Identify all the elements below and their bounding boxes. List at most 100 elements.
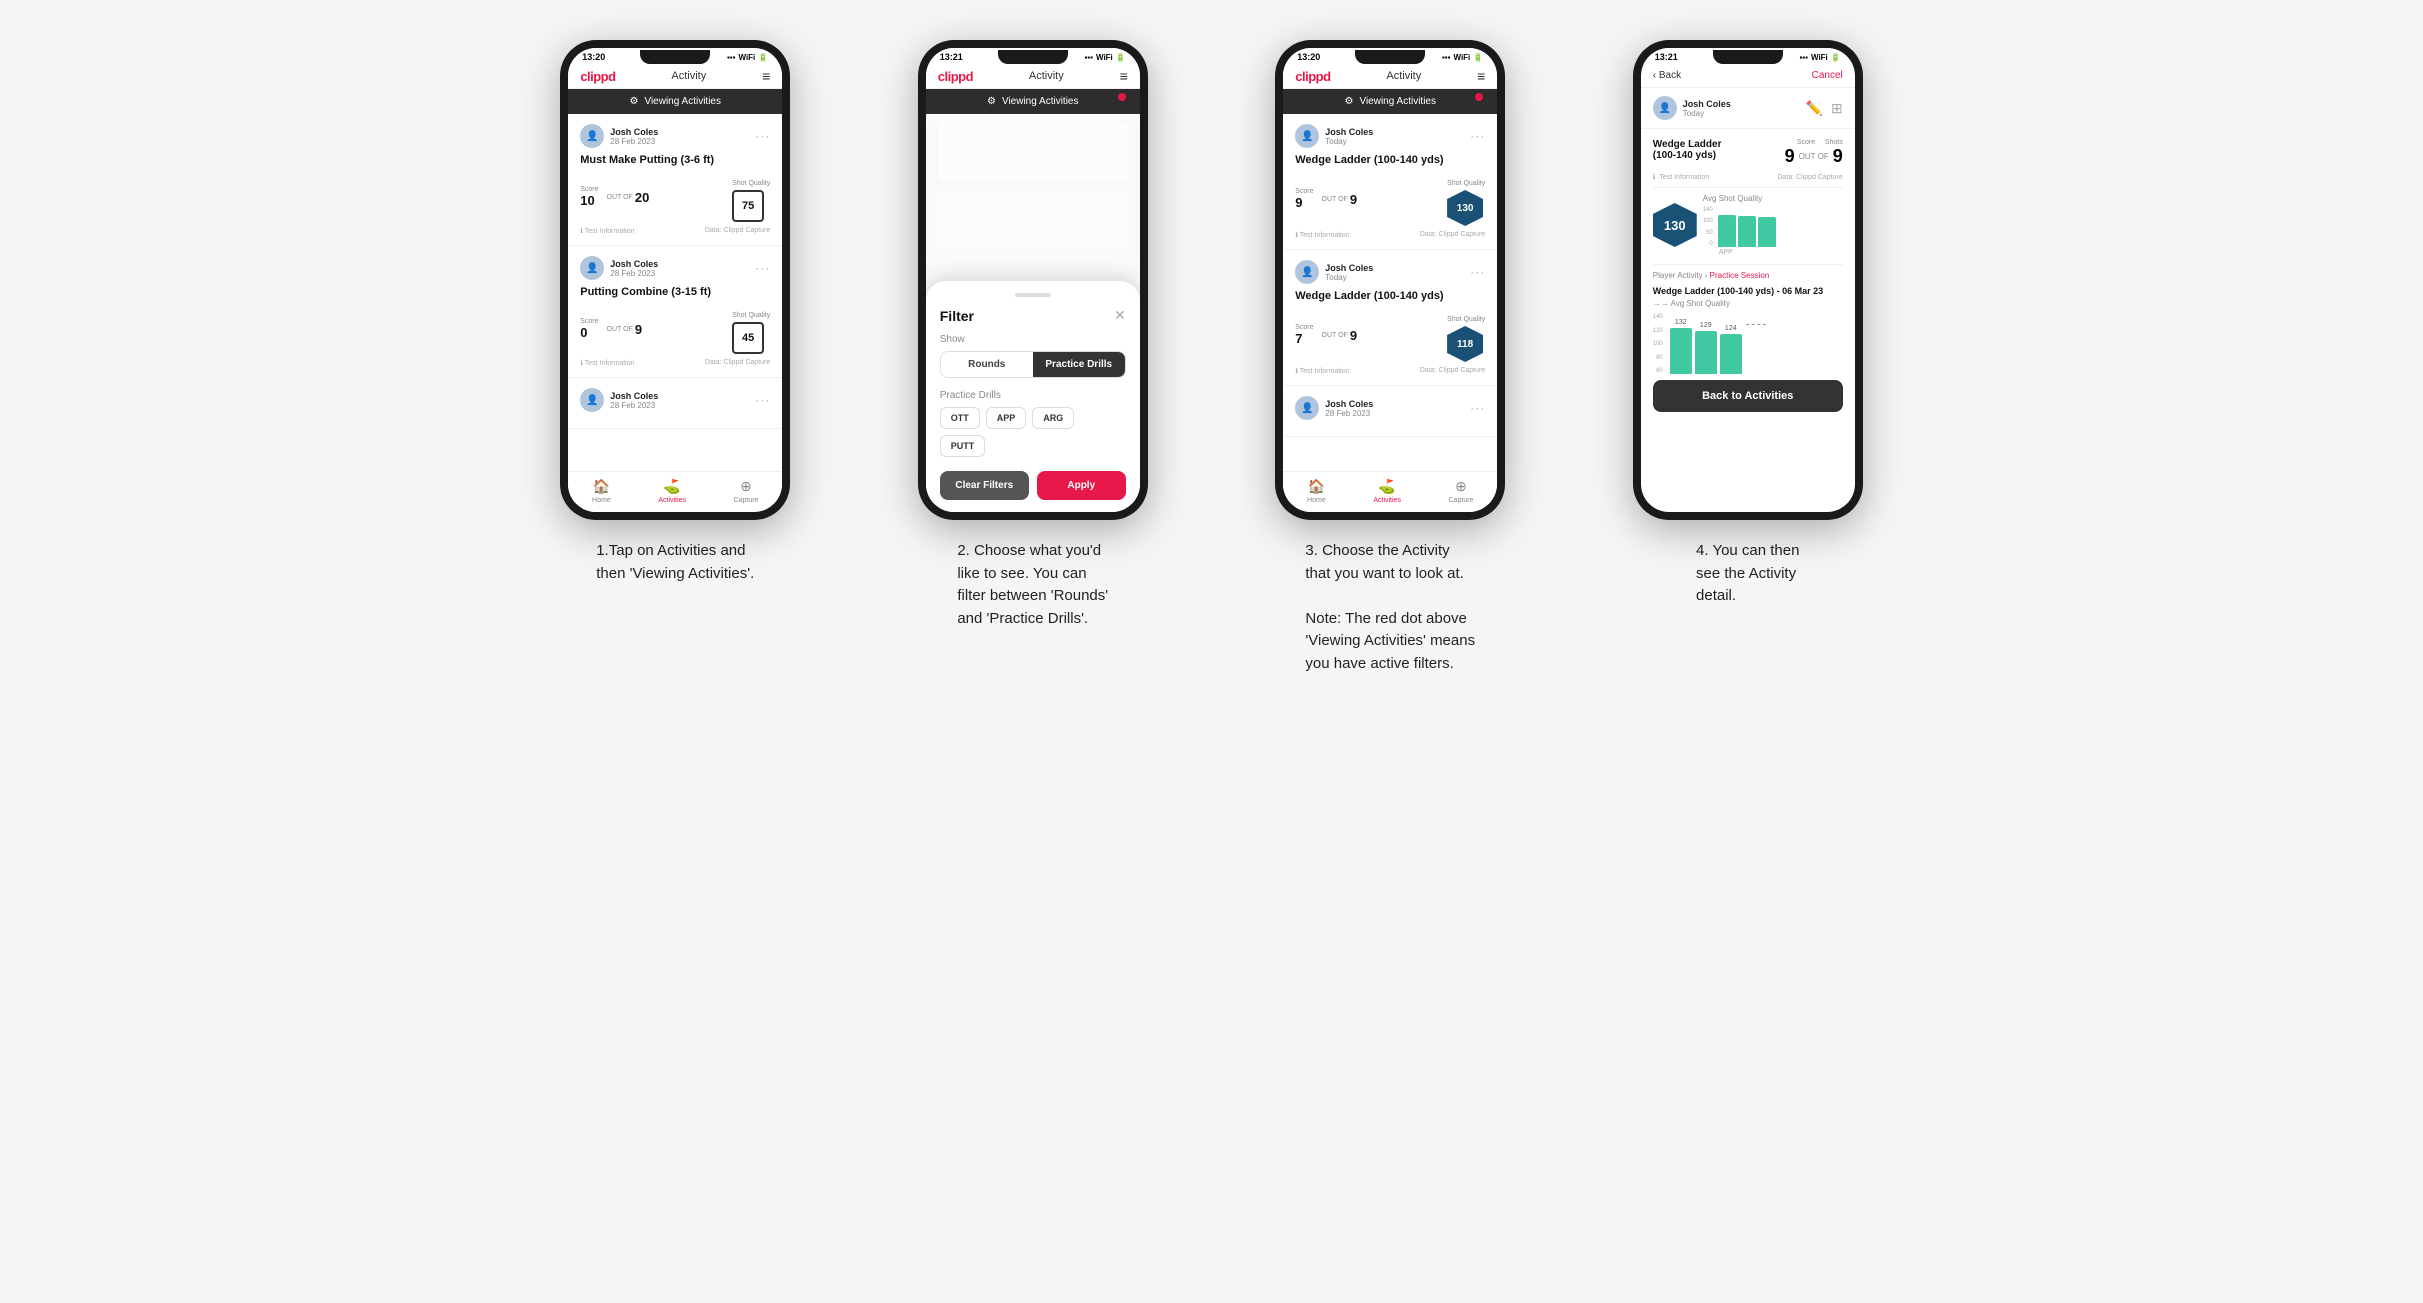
filter-icon-1: ⚙ (630, 96, 639, 107)
status-time-4: 13:21 (1655, 52, 1678, 62)
sq-label-1: Shot Quality (732, 180, 770, 187)
drill-title: Wedge Ladder(100-140 yds) (1653, 139, 1722, 161)
large-bar-1 (1670, 328, 1692, 374)
chip-app[interactable]: APP (986, 407, 1027, 429)
app-logo-3: clippd (1295, 69, 1330, 84)
avatar-2: 👤 (580, 256, 604, 280)
status-time-2: 13:21 (940, 52, 963, 62)
sq-label-3b: Shot Quality (1447, 316, 1485, 323)
score-label-2: Score (580, 318, 598, 325)
back-btn[interactable]: ‹ Back (1653, 70, 1681, 81)
outof-3b: OUT OF 9 (1322, 328, 1358, 343)
chip-group: OTT APP ARG PUTT (940, 407, 1126, 457)
chip-arg[interactable]: ARG (1032, 407, 1074, 429)
user-info-1: 👤 Josh Coles 28 Feb 2023 (580, 124, 658, 148)
viewing-banner-3[interactable]: ⚙ Viewing Activities (1283, 89, 1497, 114)
filter-close-btn[interactable]: ✕ (1114, 307, 1126, 324)
nav-home-label-1: Home (592, 497, 611, 504)
battery-icon-4: 🔋 (1831, 53, 1841, 62)
outof-1: OUT OF 20 (607, 190, 650, 205)
detail-header: ‹ Back Cancel (1641, 64, 1855, 88)
bar-1 (1718, 215, 1736, 247)
activity-card-3b[interactable]: 👤 Josh Coles Today ··· Wedge Ladder (100… (1283, 250, 1497, 386)
nav-capture-label-1: Capture (734, 497, 759, 504)
app-header-title-2: Activity (1029, 70, 1064, 82)
red-dot-3 (1475, 93, 1483, 101)
sq-badge-1: 75 (732, 190, 764, 222)
clear-filters-btn[interactable]: Clear Filters (940, 471, 1029, 500)
nav-home-1[interactable]: 🏠 Home (592, 478, 611, 504)
activity-card-1[interactable]: 👤 Josh Coles 28 Feb 2023 ··· Must Make P… (568, 114, 782, 246)
practice-drills-label: Practice Drills (940, 390, 1126, 401)
rounds-toggle[interactable]: Rounds (941, 352, 1033, 377)
more-btn-3a[interactable]: ··· (1470, 129, 1485, 143)
filter-header: Filter ✕ (940, 307, 1126, 324)
wifi-icon-3: WiFi (1453, 53, 1470, 62)
home-icon-3: 🏠 (1308, 478, 1325, 495)
data-source-3a: Data: Clippd Capture (1420, 231, 1485, 239)
avg-shot-section: 130 Avg Shot Quality 140 100 50 0 (1653, 194, 1843, 256)
app-header-1: clippd Activity ≡ (568, 64, 782, 89)
chart2-80: 80 (1653, 355, 1663, 361)
more-btn-1[interactable]: ··· (755, 129, 770, 143)
bottom-nav-3: 🏠 Home ⛳ Activities ⊕ Capture (1283, 471, 1497, 512)
more-btn-3b[interactable]: ··· (1470, 265, 1485, 279)
back-to-activities-btn[interactable]: Back to Activities (1653, 380, 1843, 412)
filter-handle (1015, 293, 1051, 297)
nav-activities-1[interactable]: ⛳ Activities (658, 478, 686, 504)
chip-ott[interactable]: OTT (940, 407, 980, 429)
activity-card-3c[interactable]: 👤 Josh Coles 28 Feb 2023 ··· (1283, 386, 1497, 437)
activity-card-3[interactable]: 👤 Josh Coles 28 Feb 2023 ··· (568, 378, 782, 429)
user-name-3a: Josh Coles (1325, 127, 1373, 137)
activity-card-3a[interactable]: 👤 Josh Coles Today ··· Wedge Ladder (100… (1283, 114, 1497, 250)
outof-val-3a: 9 (1350, 192, 1357, 207)
nav-home-3[interactable]: 🏠 Home (1307, 478, 1326, 504)
step-3-col: 13:20 ▪▪▪ WiFi 🔋 clippd Activity ≡ ⚙ (1227, 40, 1555, 675)
nav-capture-3[interactable]: ⊕ Capture (1449, 478, 1474, 504)
phone-2-notch (998, 50, 1068, 64)
phone-4-frame: 13:21 ▪▪▪ WiFi 🔋 ‹ Back Cancel 👤 (1633, 40, 1863, 520)
expand-icon[interactable]: ⊞ (1831, 100, 1843, 117)
nav-activities-3[interactable]: ⛳ Activities (1373, 478, 1401, 504)
screen-scroll-1: 👤 Josh Coles 28 Feb 2023 ··· Must Make P… (568, 114, 782, 471)
user-name-1: Josh Coles (610, 127, 658, 137)
card-footer-2: ℹ Test Information Data: Clippd Capture (580, 359, 770, 367)
detail-user-date: Today (1683, 109, 1731, 118)
phone-3-notch (1355, 50, 1425, 64)
activity-card-2[interactable]: 👤 Josh Coles 28 Feb 2023 ··· Putting Com… (568, 246, 782, 378)
hamburger-icon-1[interactable]: ≡ (762, 68, 770, 84)
card-header-3b: 👤 Josh Coles Today ··· (1295, 260, 1485, 284)
practice-drills-toggle[interactable]: Practice Drills (1033, 352, 1125, 377)
hamburger-icon-3[interactable]: ≡ (1477, 68, 1485, 84)
chart2-60: 60 (1653, 368, 1663, 374)
nav-capture-1[interactable]: ⊕ Capture (734, 478, 759, 504)
battery-icon-3: 🔋 (1473, 53, 1483, 62)
filter-icon-2: ⚙ (987, 96, 996, 107)
status-icons-3: ▪▪▪ WiFi 🔋 (1442, 53, 1483, 62)
user-date-3: 28 Feb 2023 (610, 401, 658, 410)
nav-home-label-3: Home (1307, 497, 1326, 504)
viewing-banner-1[interactable]: ⚙ Viewing Activities (568, 89, 782, 114)
edit-icon[interactable]: ✏️ (1806, 100, 1823, 117)
hamburger-icon-2[interactable]: ≡ (1120, 68, 1128, 84)
viewing-banner-2[interactable]: ⚙ Viewing Activities (926, 89, 1140, 114)
card-header-3c: 👤 Josh Coles 28 Feb 2023 ··· (1295, 396, 1485, 420)
user-name-3: Josh Coles (610, 391, 658, 401)
more-btn-2[interactable]: ··· (755, 261, 770, 275)
y-axis-140: 140 (1703, 207, 1713, 213)
more-btn-3c[interactable]: ··· (1470, 401, 1485, 415)
detail-user-row: 👤 Josh Coles Today ✏️ ⊞ (1641, 88, 1855, 129)
app-header-3: clippd Activity ≡ (1283, 64, 1497, 89)
dashed-line (1746, 324, 1766, 325)
user-date-3a: Today (1325, 137, 1373, 146)
app-header-title-1: Activity (671, 70, 706, 82)
more-btn-3[interactable]: ··· (755, 393, 770, 407)
score-value-2: 0 (580, 325, 598, 340)
score-value-3b: 7 (1295, 331, 1313, 346)
avatar-3: 👤 (580, 388, 604, 412)
outof-2: OUT OF 9 (607, 322, 643, 337)
chip-putt[interactable]: PUTT (940, 435, 986, 457)
cancel-btn[interactable]: Cancel (1812, 70, 1843, 81)
wifi-icon-2: WiFi (1096, 53, 1113, 62)
apply-btn[interactable]: Apply (1037, 471, 1126, 500)
